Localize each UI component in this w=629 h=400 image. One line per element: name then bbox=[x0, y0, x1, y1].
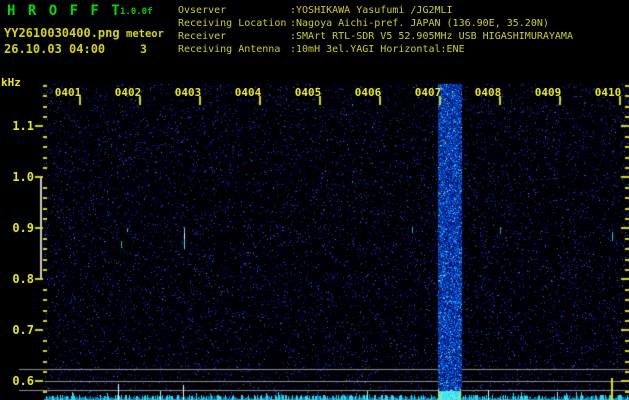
info-label: Ovserver bbox=[178, 5, 227, 16]
time-axis-label: 0407 bbox=[414, 86, 442, 99]
meteor-count: 3 bbox=[140, 42, 147, 56]
time-axis-label: 0410 bbox=[594, 86, 622, 99]
freq-axis-label: 1.1 bbox=[12, 119, 34, 133]
info-value: :Nagoya Aichi-pref. JAPAN (136.90E, 35.2… bbox=[290, 18, 549, 29]
spectrogram-canvas bbox=[0, 0, 629, 400]
info-label: Receiver bbox=[178, 31, 227, 42]
freq-axis-label: 0.6 bbox=[12, 374, 34, 388]
time-axis-label: 0405 bbox=[294, 86, 322, 99]
time-axis-label: 0402 bbox=[114, 86, 142, 99]
freq-axis-label: 0.8 bbox=[12, 272, 34, 286]
time-axis-label: 0408 bbox=[474, 86, 502, 99]
info-value: :YOSHIKAWA Yasufumi /JG2MLI bbox=[290, 5, 453, 16]
info-value: :10mH 3el.YAGI Horizontal:ENE bbox=[290, 44, 465, 55]
freq-axis-label: 1.0 bbox=[12, 170, 34, 184]
freq-axis-unit: kHz bbox=[1, 76, 21, 89]
app-title: H R O F F T bbox=[7, 3, 122, 19]
time-axis-label: 0404 bbox=[234, 86, 262, 99]
mode-label: meteor bbox=[126, 28, 164, 40]
station-info-row: Ovserver :YOSHIKAWA Yasufumi /JG2MLI bbox=[178, 4, 573, 17]
station-info-row: Receiver :SMArt RTL-SDR V5 52.905MHz USB … bbox=[178, 30, 573, 43]
freq-axis-label: 0.9 bbox=[12, 221, 34, 235]
time-axis-label: 0401 bbox=[54, 86, 82, 99]
station-info-row: Receiving Location:Nagoya Aichi-pref. JA… bbox=[178, 17, 573, 30]
time-axis-label: 0403 bbox=[174, 86, 202, 99]
station-info-block: Ovserver:YOSHIKAWA Yasufumi /JG2MLI Recei… bbox=[178, 4, 573, 56]
freq-axis-label: 0.7 bbox=[12, 323, 34, 337]
info-value: :SMArt RTL-SDR V5 52.905MHz USB HIGASHIM… bbox=[290, 31, 573, 42]
hrofft-screen: H R O F F T 1.0.0f YY2610030400.png mete… bbox=[0, 0, 629, 400]
time-axis-label: 0409 bbox=[534, 86, 562, 99]
output-filename: YY2610030400.png bbox=[4, 26, 120, 40]
time-axis-label: 0406 bbox=[354, 86, 382, 99]
observation-datetime: 26.10.03 04:00 bbox=[4, 42, 106, 56]
info-label: Receiving Location bbox=[178, 18, 287, 29]
version-label: 1.0.0f bbox=[120, 7, 153, 17]
info-label: Receiving Antenna bbox=[178, 44, 281, 55]
station-info-row: Receiving Antenna :10mH 3el.YAGI Horizont… bbox=[178, 43, 573, 56]
